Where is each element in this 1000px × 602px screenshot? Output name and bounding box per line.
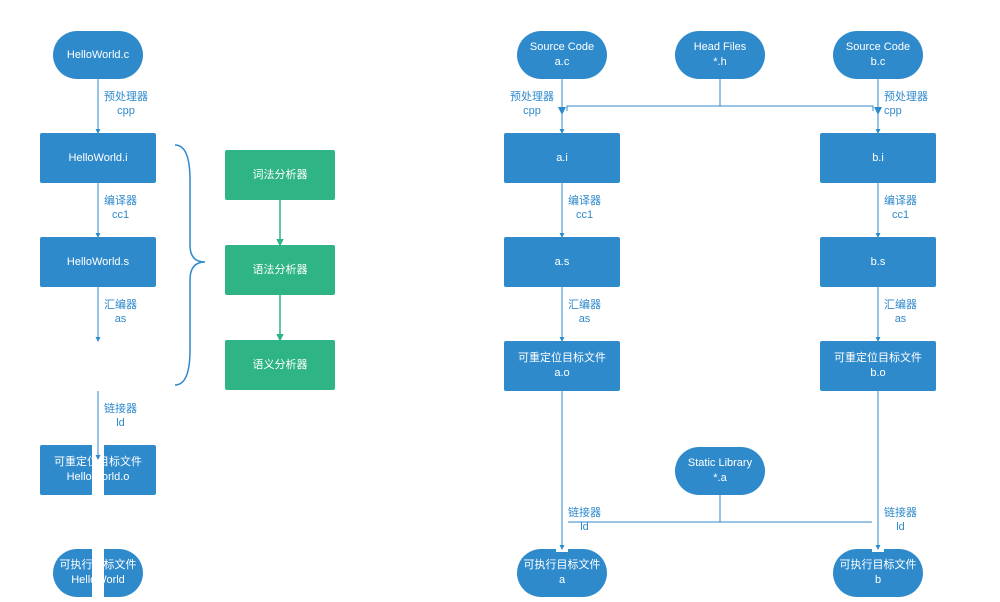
label-line1: 可执行目标文件 — [840, 558, 917, 573]
node-helloworld-final: 可执行目标文件 HelloWorld — [53, 549, 143, 597]
edge-compiler: 编译器cc1 — [104, 194, 137, 223]
label-line1: 可重定位目标文件 — [518, 351, 606, 366]
node-helloworld-o-fix: 可重定位目标文件 HelloWorld.o — [40, 445, 156, 495]
label-line1: 可执行目标文件 — [60, 558, 137, 573]
connector-fix — [0, 0, 1000, 602]
label: b.s — [871, 255, 886, 270]
edge-a-pp: 预处理器cpp — [510, 90, 554, 119]
node-helloworld-s: HelloWorld.s — [40, 237, 156, 287]
node-b-i: b.i — [820, 133, 936, 183]
label-line2: a.c — [555, 55, 570, 70]
node-helloworld-c: HelloWorld.c — [53, 31, 143, 79]
node-head-files: Head Files *.h — [675, 31, 765, 79]
label-line1: 可重定位目标文件 — [834, 351, 922, 366]
connector-leftfix — [0, 0, 1000, 602]
label-line2: HelloWorld.o — [67, 470, 130, 485]
node-a-o: 可重定位目标文件 a.o — [504, 341, 620, 391]
node-parser: 语法分析器 — [225, 245, 335, 295]
node-b-o: 可重定位目标文件 b.o — [820, 341, 936, 391]
label-line1: Static Library — [688, 456, 752, 471]
label: a.i — [556, 151, 568, 166]
edge-a-as: 汇编器as — [568, 298, 601, 327]
label-line2: b.o — [870, 366, 885, 381]
label: a.s — [555, 255, 570, 270]
label-line1: Source Code — [846, 40, 910, 55]
label-line2: HelloWorld — [71, 573, 125, 588]
label-line2: *.a — [713, 471, 726, 486]
node-exe-a-rounded: 可执行目标文件 a — [517, 549, 607, 597]
label-line1: Head Files — [694, 40, 747, 55]
node-helloworld-i: HelloWorld.i — [40, 133, 156, 183]
node-static-lib: Static Library *.a — [675, 447, 765, 495]
edge-a-cc: 编译器cc1 — [568, 194, 601, 223]
node-lexer: 词法分析器 — [225, 150, 335, 200]
label: 语法分析器 — [253, 263, 308, 278]
node-source-a: Source Code a.c — [517, 31, 607, 79]
edge-b-cc: 编译器cc1 — [884, 194, 917, 223]
connector-layer — [0, 0, 1000, 602]
label-line2: a.o — [554, 366, 569, 381]
label-line1: 可重定位目标文件 — [54, 455, 142, 470]
edge-linker: 链接器ld — [104, 402, 137, 431]
node-exe-b-rounded: 可执行目标文件 b — [833, 549, 923, 597]
node-semantic: 语义分析器 — [225, 340, 335, 390]
label-line1: 可执行目标文件 — [524, 558, 601, 573]
node-a-s: a.s — [504, 237, 620, 287]
label-line2: b.c — [871, 55, 886, 70]
label-line2: a — [559, 573, 565, 588]
node-source-b: Source Code b.c — [833, 31, 923, 79]
edge-b-as: 汇编器as — [884, 298, 917, 327]
label: 语义分析器 — [253, 358, 308, 373]
label: HelloWorld.i — [68, 151, 127, 166]
edge-b-pp: 预处理器cpp — [884, 90, 928, 119]
label-line2: *.h — [713, 55, 726, 70]
edge-assembler: 汇编器as — [104, 298, 137, 327]
label: HelloWorld.c — [67, 48, 129, 63]
edge-preprocessor: 预处理器cpp — [104, 90, 148, 119]
edge-a-ld2: 链接器ld — [568, 506, 601, 535]
label: b.i — [872, 151, 884, 166]
label-line2: b — [875, 573, 881, 588]
node-b-s: b.s — [820, 237, 936, 287]
node-a-i: a.i — [504, 133, 620, 183]
label: HelloWorld.s — [67, 255, 129, 270]
label: 词法分析器 — [253, 168, 308, 183]
edge-b-ld2: 链接器ld — [884, 506, 917, 535]
label-line1: Source Code — [530, 40, 594, 55]
